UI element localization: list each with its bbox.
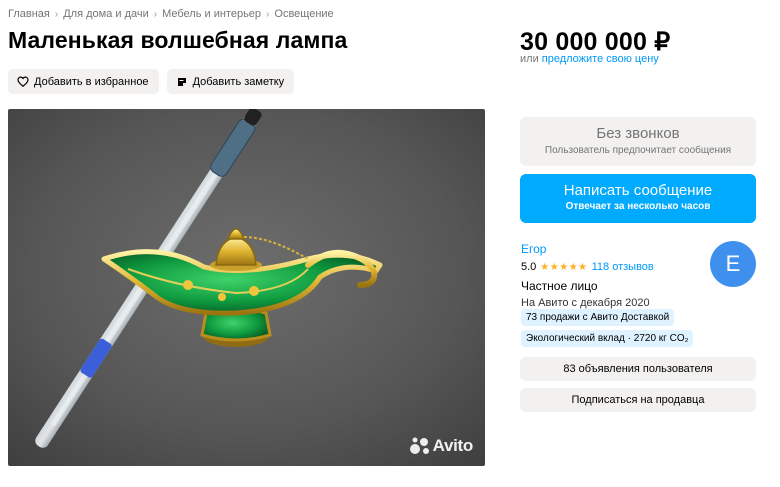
reviews-link[interactable]: 118 отзывов <box>592 261 654 273</box>
price-or-text: или <box>520 53 542 65</box>
no-calls-notice: Без звонков Пользователь предпочитает со… <box>520 117 756 166</box>
favorite-label: Добавить в избранное <box>34 75 149 88</box>
heart-outline-icon <box>17 76 29 88</box>
no-calls-subtitle: Пользователь предпочитает сообщения <box>544 145 732 156</box>
chevron-right-icon: › <box>266 8 270 20</box>
breadcrumb-home[interactable]: Главная <box>8 8 50 20</box>
price-offer-line: или предложите свою цену <box>520 53 659 65</box>
add-to-favorites-button[interactable]: Добавить в избранное <box>8 69 159 94</box>
offer-price-link[interactable]: предложите свою цену <box>542 53 659 65</box>
avito-logo-icon <box>409 437 429 454</box>
response-time-label: Отвечает за несколько часов <box>565 201 711 212</box>
write-message-button[interactable]: Написать сообщение Отвечает за несколько… <box>520 174 756 223</box>
eco-contribution-badge[interactable]: Экологический вклад · 2720 кг CO₂ <box>521 330 694 347</box>
avito-watermark: Avito <box>409 436 473 456</box>
breadcrumb-furniture[interactable]: Мебель и интерьер <box>162 8 261 20</box>
page-title: Маленькая волшебная лампа <box>8 27 348 53</box>
chevron-right-icon: › <box>54 8 59 20</box>
delivery-sales-badge[interactable]: 73 продажи с Авито Доставкой <box>521 309 675 326</box>
product-photo[interactable]: Avito <box>8 109 485 466</box>
breadcrumb: Главная › Для дома и дачи › Мебель и инт… <box>8 8 334 20</box>
listing-actions: Добавить в избранное Добавить заметку <box>8 69 295 94</box>
magic-lamp-image <box>8 109 485 466</box>
note-label: Добавить заметку <box>192 75 285 88</box>
breadcrumb-home-garden[interactable]: Для дома и дачи <box>63 8 149 20</box>
breadcrumb-lighting[interactable]: Освещение <box>274 8 333 20</box>
subscribe-seller-button[interactable]: Подписаться на продавца <box>520 388 756 412</box>
write-message-label: Написать сообщение <box>563 182 713 199</box>
rating-value: 5.0 <box>521 261 537 273</box>
seller-ads-button[interactable]: 83 объявления пользователя <box>520 357 756 381</box>
seller-since: На Авито с декабря 2020 <box>521 297 650 309</box>
chevron-right-icon: › <box>153 8 158 20</box>
no-calls-title: Без звонков <box>596 125 680 142</box>
rating-stars-icon: ★★★★★ <box>540 261 588 273</box>
watermark-text: Avito <box>432 436 474 455</box>
add-note-button[interactable]: Добавить заметку <box>166 69 295 94</box>
note-icon <box>176 76 188 88</box>
avatar[interactable]: E <box>710 241 756 287</box>
